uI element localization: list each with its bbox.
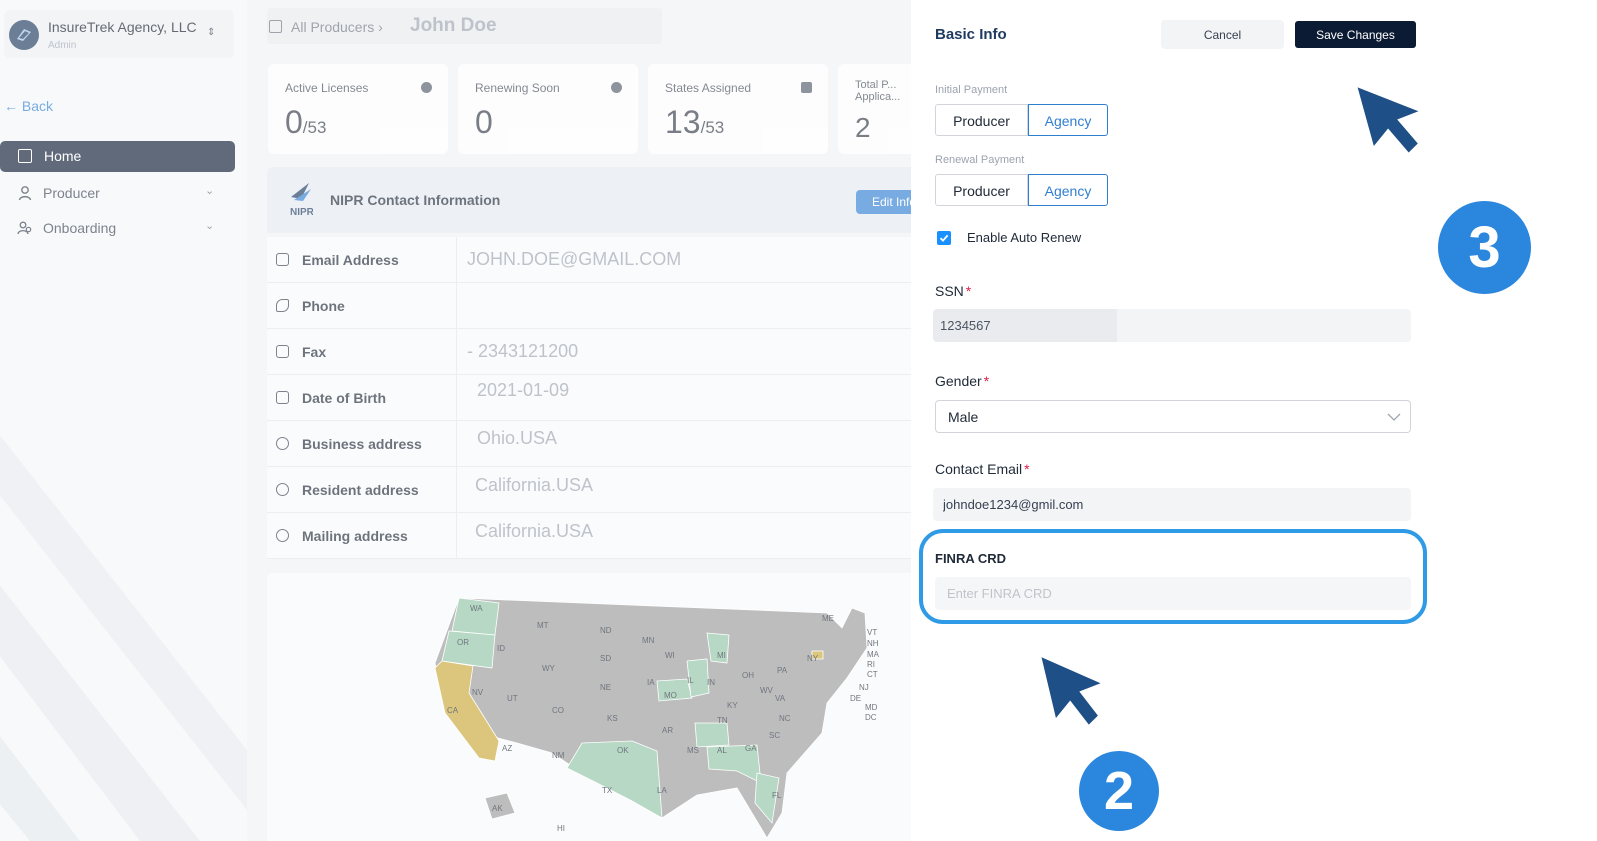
ssn-value: 1234567 xyxy=(940,318,991,333)
drawer-title: Basic Info xyxy=(935,26,1007,43)
gender-label: Gender * xyxy=(935,373,990,389)
renewal-payment-label: Renewal Payment xyxy=(935,154,1025,166)
save-changes-button[interactable]: Save Changes xyxy=(1295,21,1416,48)
gender-select[interactable]: Male xyxy=(935,400,1411,433)
cursor-arrow-icon xyxy=(1041,657,1101,725)
chevron-down-icon xyxy=(1387,413,1401,421)
auto-renew-label: Enable Auto Renew xyxy=(967,230,1082,245)
step-badge-2: 2 xyxy=(1079,751,1159,831)
basic-info-drawer: Basic Info Cancel Save Changes Initial P… xyxy=(911,0,1597,841)
initial-payment-toggle: Producer Agency xyxy=(935,104,1108,136)
cursor-arrow-icon xyxy=(1357,87,1419,153)
initial-payment-agency-option[interactable]: Agency xyxy=(1028,104,1108,136)
contact-email-input[interactable] xyxy=(933,488,1411,521)
step-badge-3: 3 xyxy=(1438,201,1531,294)
ssn-label: SSN * xyxy=(935,283,972,299)
checkmark-icon xyxy=(939,234,949,242)
cancel-button[interactable]: Cancel xyxy=(1161,20,1284,49)
finra-highlight-ring xyxy=(919,529,1427,624)
renewal-payment-toggle: Producer Agency xyxy=(935,174,1108,206)
auto-renew-checkbox[interactable] xyxy=(937,231,951,245)
initial-payment-label: Initial Payment xyxy=(935,84,1008,96)
contact-email-label: Contact Email * xyxy=(935,461,1030,477)
gender-value: Male xyxy=(948,409,979,425)
modal-backdrop[interactable] xyxy=(0,0,911,841)
renewal-payment-agency-option[interactable]: Agency xyxy=(1028,174,1108,206)
renewal-payment-producer-option[interactable]: Producer xyxy=(935,174,1028,206)
initial-payment-producer-option[interactable]: Producer xyxy=(935,104,1028,136)
